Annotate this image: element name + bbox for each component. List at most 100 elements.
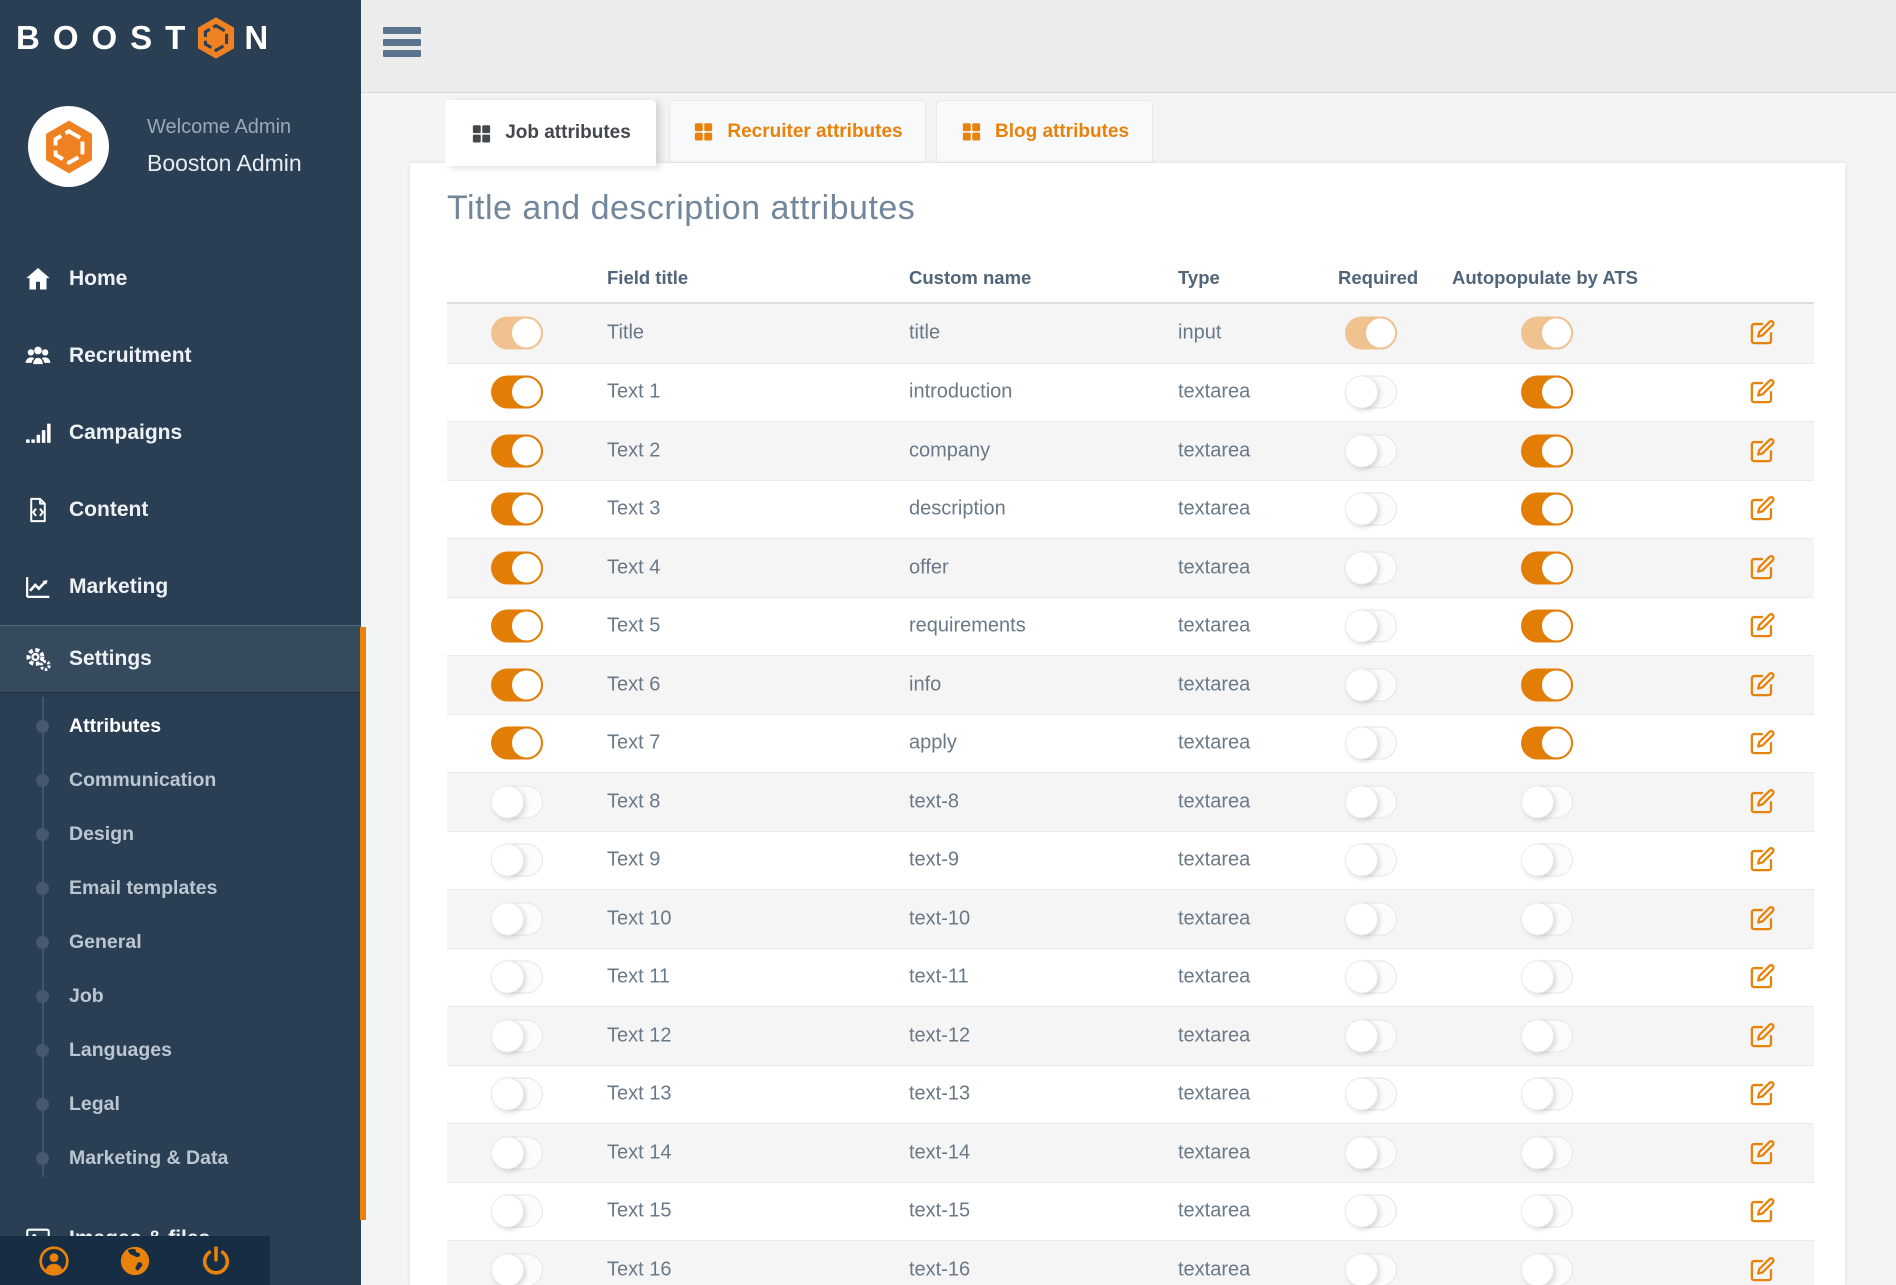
required-toggle[interactable] bbox=[1345, 844, 1397, 877]
row-enable-toggle[interactable] bbox=[491, 1136, 543, 1169]
submenu-item-email-templates[interactable]: Email templates bbox=[0, 861, 361, 915]
edit-row-button[interactable] bbox=[1747, 1255, 1777, 1285]
tab-blog-attributes[interactable]: Blog attributes bbox=[936, 100, 1153, 163]
submenu-item-job[interactable]: Job bbox=[0, 969, 361, 1023]
autopopulate-toggle[interactable] bbox=[1521, 376, 1573, 409]
submenu-item-general[interactable]: General bbox=[0, 915, 361, 969]
autopopulate-toggle[interactable] bbox=[1521, 1019, 1573, 1052]
row-enable-toggle[interactable] bbox=[491, 376, 543, 409]
autopopulate-toggle[interactable] bbox=[1521, 551, 1573, 584]
row-enable-toggle[interactable] bbox=[491, 961, 543, 994]
sidebar-item-settings[interactable]: Settings bbox=[0, 625, 361, 693]
field-title-cell: Text 15 bbox=[607, 1200, 671, 1223]
required-toggle[interactable] bbox=[1345, 434, 1397, 467]
tab-job-attributes[interactable]: Job attributes bbox=[445, 100, 656, 166]
edit-row-button[interactable] bbox=[1747, 377, 1777, 407]
autopopulate-toggle[interactable] bbox=[1521, 785, 1573, 818]
hamburger-icon[interactable] bbox=[383, 27, 421, 62]
row-enable-toggle[interactable] bbox=[491, 610, 543, 643]
autopopulate-toggle[interactable] bbox=[1521, 668, 1573, 701]
edit-row-button[interactable] bbox=[1747, 962, 1777, 992]
autopopulate-toggle[interactable] bbox=[1521, 902, 1573, 935]
required-toggle[interactable] bbox=[1345, 1078, 1397, 1111]
toggle-knob bbox=[510, 493, 543, 526]
globe-button[interactable] bbox=[118, 1244, 152, 1278]
autopopulate-toggle[interactable] bbox=[1521, 844, 1573, 877]
edit-row-button[interactable] bbox=[1747, 1021, 1777, 1051]
edit-row-button[interactable] bbox=[1747, 787, 1777, 817]
autopopulate-toggle[interactable] bbox=[1521, 1195, 1573, 1228]
autopopulate-toggle[interactable] bbox=[1521, 1253, 1573, 1285]
sidebar-footer bbox=[0, 1236, 270, 1285]
sidebar-item-campaigns[interactable]: Campaigns bbox=[0, 394, 361, 471]
row-enable-toggle[interactable] bbox=[491, 434, 543, 467]
avatar[interactable] bbox=[28, 106, 109, 187]
row-enable-toggle[interactable] bbox=[491, 1253, 543, 1285]
edit-row-button[interactable] bbox=[1747, 553, 1777, 583]
row-enable-toggle[interactable] bbox=[491, 317, 543, 350]
row-enable-toggle[interactable] bbox=[491, 1019, 543, 1052]
edit-row-button[interactable] bbox=[1747, 1196, 1777, 1226]
row-enable-toggle[interactable] bbox=[491, 785, 543, 818]
submenu-item-legal[interactable]: Legal bbox=[0, 1077, 361, 1131]
submenu-item-languages[interactable]: Languages bbox=[0, 1023, 361, 1077]
row-enable-toggle[interactable] bbox=[491, 1195, 543, 1228]
submenu-item-attributes[interactable]: Attributes bbox=[0, 699, 361, 753]
autopopulate-toggle[interactable] bbox=[1521, 610, 1573, 643]
autopopulate-toggle[interactable] bbox=[1521, 1078, 1573, 1111]
submenu-item-communication[interactable]: Communication bbox=[0, 753, 361, 807]
row-enable-toggle[interactable] bbox=[491, 844, 543, 877]
required-toggle[interactable] bbox=[1345, 1019, 1397, 1052]
autopopulate-toggle[interactable] bbox=[1521, 493, 1573, 526]
row-enable-toggle[interactable] bbox=[491, 493, 543, 526]
edit-row-button[interactable] bbox=[1747, 318, 1777, 348]
required-toggle[interactable] bbox=[1345, 1253, 1397, 1285]
required-toggle[interactable] bbox=[1345, 785, 1397, 818]
sidebar-item-home[interactable]: Home bbox=[0, 240, 361, 317]
autopopulate-toggle[interactable] bbox=[1521, 961, 1573, 994]
required-toggle[interactable] bbox=[1345, 727, 1397, 760]
required-toggle[interactable] bbox=[1345, 493, 1397, 526]
required-toggle[interactable] bbox=[1345, 1136, 1397, 1169]
hexagon-logo-icon bbox=[194, 16, 238, 60]
table-row: Text 8text-8textarea bbox=[447, 772, 1814, 831]
required-toggle[interactable] bbox=[1345, 610, 1397, 643]
required-toggle[interactable] bbox=[1345, 1195, 1397, 1228]
edit-row-button[interactable] bbox=[1747, 436, 1777, 466]
power-button[interactable] bbox=[199, 1244, 233, 1278]
row-enable-toggle[interactable] bbox=[491, 668, 543, 701]
sidebar-item-marketing[interactable]: Marketing bbox=[0, 548, 361, 625]
row-enable-toggle[interactable] bbox=[491, 551, 543, 584]
sidebar-item-content[interactable]: Content bbox=[0, 471, 361, 548]
sidebar-item-recruitment[interactable]: Recruitment bbox=[0, 317, 361, 394]
required-toggle[interactable] bbox=[1345, 317, 1397, 350]
autopopulate-toggle[interactable] bbox=[1521, 727, 1573, 760]
row-enable-toggle[interactable] bbox=[491, 727, 543, 760]
required-toggle[interactable] bbox=[1345, 902, 1397, 935]
autopopulate-toggle[interactable] bbox=[1521, 317, 1573, 350]
edit-row-button[interactable] bbox=[1747, 611, 1777, 641]
edit-row-button[interactable] bbox=[1747, 904, 1777, 934]
edit-row-button[interactable] bbox=[1747, 728, 1777, 758]
toggle-knob bbox=[510, 434, 543, 467]
edit-row-button[interactable] bbox=[1747, 1079, 1777, 1109]
tab-recruiter-attributes[interactable]: Recruiter attributes bbox=[669, 100, 926, 163]
submenu-item-marketing-data[interactable]: Marketing & Data bbox=[0, 1131, 361, 1185]
required-toggle[interactable] bbox=[1345, 961, 1397, 994]
sidebar-item-label: Marketing bbox=[69, 575, 168, 599]
brand-text-right: N bbox=[244, 19, 281, 57]
brand-logo[interactable]: BOOST N bbox=[0, 0, 361, 60]
required-toggle[interactable] bbox=[1345, 551, 1397, 584]
required-toggle[interactable] bbox=[1345, 668, 1397, 701]
row-enable-toggle[interactable] bbox=[491, 902, 543, 935]
row-enable-toggle[interactable] bbox=[491, 1078, 543, 1111]
autopopulate-toggle[interactable] bbox=[1521, 1136, 1573, 1169]
user-circle-button[interactable] bbox=[37, 1244, 71, 1278]
edit-row-button[interactable] bbox=[1747, 670, 1777, 700]
edit-row-button[interactable] bbox=[1747, 845, 1777, 875]
edit-row-button[interactable] bbox=[1747, 494, 1777, 524]
autopopulate-toggle[interactable] bbox=[1521, 434, 1573, 467]
submenu-item-design[interactable]: Design bbox=[0, 807, 361, 861]
required-toggle[interactable] bbox=[1345, 376, 1397, 409]
edit-row-button[interactable] bbox=[1747, 1138, 1777, 1168]
